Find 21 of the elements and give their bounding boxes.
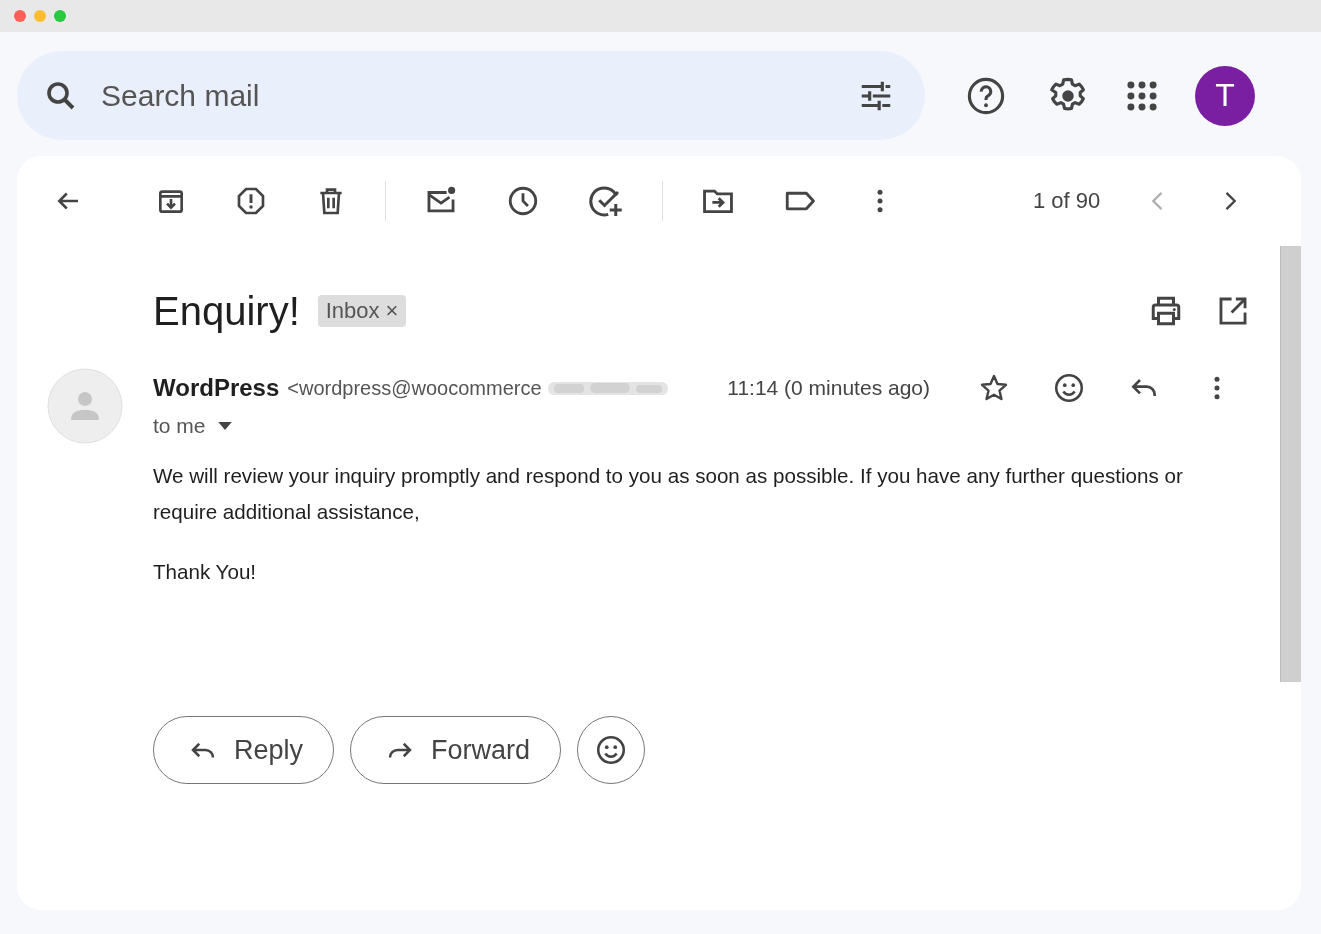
search-field[interactable]: Search mail (99, 77, 837, 114)
dropdown-caret-icon[interactable] (217, 421, 232, 431)
account-avatar[interactable]: T (1195, 65, 1255, 126)
add-task-icon[interactable] (588, 183, 624, 219)
reply-button[interactable]: Reply (153, 716, 335, 784)
recipient-text: to me (153, 414, 206, 438)
sender-name: WordPress (153, 374, 280, 402)
received-time: 11:14 (0 minutes ago) (727, 376, 930, 400)
scrollbar[interactable] (1280, 246, 1301, 682)
email-subject: Enquiry! (153, 288, 300, 334)
label-name: Inbox (325, 298, 380, 324)
message-counter: 1 of 90 (1033, 188, 1101, 214)
message-paragraph: We will review your inquiry promptly and respond to you as soon as possible. If you have any further questions or require additional assistance, (153, 463, 1184, 525)
spam-report-icon[interactable] (235, 185, 267, 217)
emoji-icon[interactable] (1052, 371, 1086, 405)
clock-icon[interactable] (506, 184, 540, 218)
search-bar[interactable]: Search mail (17, 51, 925, 140)
sender-email: <wordpress@woocommerce (287, 376, 542, 400)
forward-button[interactable]: Forward (350, 716, 562, 784)
message-paragraph: Thank You! (153, 559, 258, 585)
remove-label-button[interactable]: × (385, 298, 399, 324)
